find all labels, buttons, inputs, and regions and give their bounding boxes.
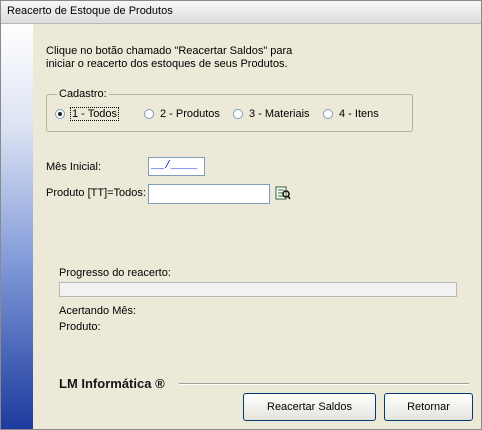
produto-status-label: Produto: xyxy=(59,321,101,333)
window-title: Reacerto de Estoque de Produtos xyxy=(7,5,173,17)
search-list-icon[interactable] xyxy=(275,186,291,200)
radio-unselected-icon xyxy=(233,109,243,119)
radio-todos-label: 1 - Todos xyxy=(69,107,120,121)
progress-label: Progresso do reacerto: xyxy=(59,267,171,279)
radio-itens[interactable]: 4 - Itens xyxy=(323,108,379,120)
radio-selected-icon xyxy=(55,109,65,119)
radio-unselected-icon xyxy=(323,109,333,119)
radio-itens-label: 4 - Itens xyxy=(339,108,379,120)
radio-todos[interactable]: 1 - Todos xyxy=(55,107,120,121)
mes-inicial-input[interactable]: __/____ xyxy=(148,157,205,176)
acertando-mes-label: Acertando Mês: xyxy=(59,305,137,317)
instructions-text: Clique no botão chamado "Reacertar Saldo… xyxy=(46,45,293,70)
produto-label: Produto [TT]=Todos: xyxy=(46,187,146,199)
cadastro-legend: Cadastro: xyxy=(59,88,107,100)
radio-materiais[interactable]: 3 - Materiais xyxy=(233,108,310,120)
gradient-side-strip xyxy=(1,24,33,429)
radio-materiais-label: 3 - Materiais xyxy=(249,108,310,120)
main-window: Reacerto de Estoque de Produtos Clique n… xyxy=(0,0,482,430)
title-bar: Reacerto de Estoque de Produtos xyxy=(1,1,481,24)
radio-produtos-label: 2 - Produtos xyxy=(160,108,220,120)
footer-divider xyxy=(179,383,469,385)
produto-input[interactable] xyxy=(148,184,270,204)
brand-label: LM Informática ® xyxy=(59,376,165,391)
progress-bar xyxy=(59,282,457,297)
reacertar-saldos-button[interactable]: Reacertar Saldos xyxy=(243,393,376,421)
mes-inicial-label: Mês Inicial: xyxy=(46,161,102,173)
retornar-button[interactable]: Retornar xyxy=(384,393,473,421)
radio-unselected-icon xyxy=(144,109,154,119)
radio-produtos[interactable]: 2 - Produtos xyxy=(144,108,220,120)
